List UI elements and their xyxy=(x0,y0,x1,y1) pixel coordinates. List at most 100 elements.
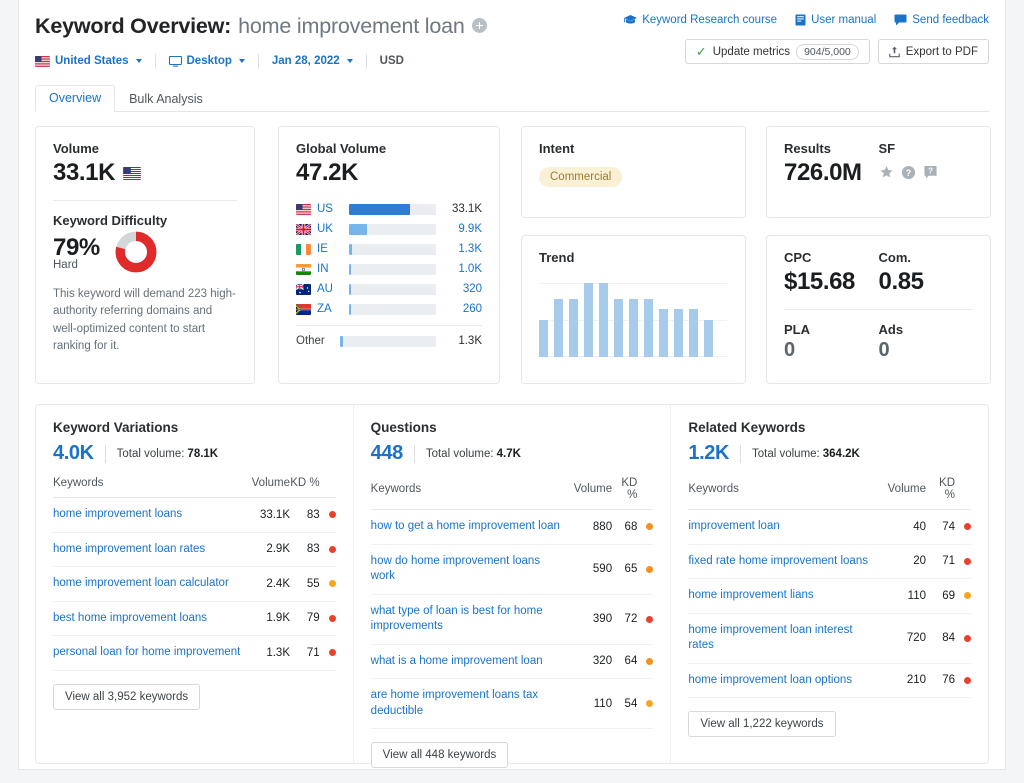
global-volume-row[interactable]: ZA 260 xyxy=(296,299,482,319)
date-selector[interactable]: Jan 28, 2022 xyxy=(259,55,366,67)
keyword-link[interactable]: home improvement loan interest rates xyxy=(688,613,888,664)
column-header-kd[interactable]: KD % xyxy=(612,477,654,510)
table-row[interactable]: home improvement loan options 210 76 xyxy=(688,663,972,699)
au-flag-icon xyxy=(296,283,311,295)
keyword-link[interactable]: home improvement loan rates xyxy=(53,532,252,568)
keyword-table: Keywords Volume KD % improvement loan 40 74 fi… xyxy=(688,477,972,699)
column-summary: 1.2K Total volume: 364.2K xyxy=(688,442,971,465)
global-volume-row[interactable]: AU 320 xyxy=(296,279,482,299)
trend-bar xyxy=(614,299,623,357)
device-selector[interactable]: Desktop xyxy=(156,55,258,67)
keyword-difficulty-label: Keyword Difficulty xyxy=(53,213,168,228)
column-total-volume-value: 364.2K xyxy=(822,447,860,460)
keyword-volume: 590 xyxy=(573,544,613,595)
intent-badge[interactable]: Commercial xyxy=(539,167,623,187)
table-row[interactable]: home improvement lians 110 69 xyxy=(688,578,972,614)
plus-circle-icon[interactable] xyxy=(471,18,487,33)
results-card: Results 726.0M SF ? ? xyxy=(766,126,991,218)
column-summary: 4.0K Total volume: 78.1K xyxy=(53,442,336,465)
table-row[interactable]: improvement loan 40 74 xyxy=(688,509,972,545)
table-row[interactable]: how to get a home improvement loan 880 68 xyxy=(370,509,654,545)
keyword-link[interactable]: what type of loan is best for home impro… xyxy=(370,594,574,645)
tab-overview[interactable]: Overview xyxy=(35,85,116,112)
keyword-link[interactable]: home improvement loans xyxy=(53,497,252,533)
keyword-link[interactable]: home improvement loan calculator xyxy=(53,566,252,602)
keyword-link[interactable]: home improvement lians xyxy=(688,578,888,614)
trend-bar xyxy=(584,283,593,357)
column-header-volume[interactable]: Volume xyxy=(251,477,290,498)
country-code: ZA xyxy=(317,303,332,315)
export-pdf-button[interactable]: Export to PDF xyxy=(877,39,989,64)
link-keyword-research-course[interactable]: Keyword Research course xyxy=(624,14,777,26)
keyword-link[interactable]: home improvement loan options xyxy=(688,663,888,699)
column-header-volume[interactable]: Volume xyxy=(573,477,613,510)
table-row[interactable]: how do home improvement loans work 590 65 xyxy=(370,544,654,595)
keyword-difficulty-row: 79% Hard xyxy=(53,230,237,274)
us-flag-icon xyxy=(35,55,50,67)
kd-dot xyxy=(964,592,972,600)
view-all-button[interactable]: View all 3,952 keywords xyxy=(53,683,201,710)
keyword-table-column: Related Keywords 1.2K Total volume: 364.2K K… xyxy=(670,405,988,763)
volume-bar-track xyxy=(349,243,436,255)
keyword-kd: 83 xyxy=(290,532,336,568)
table-row[interactable]: fixed rate home improvement loans 20 71 xyxy=(688,544,972,580)
keyword-link[interactable]: are home improvement loans tax deductibl… xyxy=(370,678,574,730)
book-icon xyxy=(795,14,806,26)
global-volume-row[interactable]: US 33.1K xyxy=(296,199,482,219)
trend-bar xyxy=(674,308,683,357)
table-row[interactable]: what is a home improvement loan 320 64 xyxy=(370,644,654,680)
svg-text:?: ? xyxy=(928,167,933,176)
table-row[interactable]: are home improvement loans tax deductibl… xyxy=(370,678,654,730)
column-header-kd[interactable]: KD % xyxy=(290,477,336,498)
divider xyxy=(784,309,973,310)
cpc-card: CPC $15.68 Com. 0.85 PLA 0 Ads 0 xyxy=(766,235,991,384)
keyword-kd: 74 xyxy=(926,509,972,545)
trend-bar xyxy=(689,308,698,357)
table-row[interactable]: personal loan for home improvement 1.3K 71 xyxy=(53,635,336,671)
question-bubble-icon[interactable]: ? xyxy=(923,165,938,180)
link-label: Send feedback xyxy=(912,14,989,26)
country-label: United States xyxy=(55,55,129,67)
keyword-link[interactable]: how to get a home improvement loan xyxy=(370,509,574,545)
global-volume-row[interactable]: IN 1.0K xyxy=(296,259,482,279)
table-row[interactable]: home improvement loan interest rates 720 8… xyxy=(688,613,972,664)
table-row[interactable]: what type of loan is best for home impro… xyxy=(370,594,654,645)
update-metrics-label: Update metrics xyxy=(712,45,791,58)
link-user-manual[interactable]: User manual xyxy=(795,14,876,26)
keyword-link[interactable]: how do home improvement loans work xyxy=(370,544,574,595)
keyword-volume: 33.1K xyxy=(251,497,290,533)
column-count: 1.2K xyxy=(688,442,729,464)
global-volume-row[interactable]: UK 9.9K xyxy=(296,219,482,239)
column-title: Related Keywords xyxy=(688,420,806,435)
kd-dot xyxy=(328,649,336,657)
column-count: 4.0K xyxy=(53,442,94,464)
question-circle-icon[interactable]: ? xyxy=(901,165,916,180)
keyword-link[interactable]: best home improvement loans xyxy=(53,601,252,637)
keyword-link[interactable]: personal loan for home improvement xyxy=(53,635,252,671)
link-send-feedback[interactable]: Send feedback xyxy=(894,14,989,26)
table-row[interactable]: best home improvement loans 1.9K 79 xyxy=(53,601,336,637)
view-all-button[interactable]: View all 1,222 keywords xyxy=(688,711,836,738)
volume-bar-fill xyxy=(349,203,410,215)
country-selector[interactable]: United States xyxy=(35,55,155,67)
table-row[interactable]: home improvement loan rates 2.9K 83 xyxy=(53,532,336,568)
country-volume: 33.1K xyxy=(451,203,482,215)
results-value: 726.0M xyxy=(784,159,862,186)
keyword-link[interactable]: improvement loan xyxy=(688,509,888,545)
keyword-link[interactable]: fixed rate home improvement loans xyxy=(688,544,888,580)
keyword-difficulty-value: 79% xyxy=(53,233,100,261)
volume-bar-fill xyxy=(349,223,368,235)
keyword-link[interactable]: what is a home improvement loan xyxy=(370,644,574,680)
star-icon[interactable] xyxy=(879,165,894,180)
ads-value: 0 xyxy=(878,339,890,361)
tab-bulk-analysis[interactable]: Bulk Analysis xyxy=(115,86,217,112)
column-header-kd[interactable]: KD % xyxy=(926,477,972,510)
table-row[interactable]: home improvement loans 33.1K 83 xyxy=(53,497,336,533)
column-title: Keyword Variations xyxy=(53,420,179,435)
view-all-button[interactable]: View all 448 keywords xyxy=(370,742,509,769)
keyword-volume: 40 xyxy=(887,509,926,545)
table-row[interactable]: home improvement loan calculator 2.4K 55 xyxy=(53,566,336,602)
update-metrics-button[interactable]: ✓ Update metrics 904/5,000 xyxy=(684,39,870,64)
global-volume-row[interactable]: IE 1.3K xyxy=(296,239,482,259)
column-header-volume[interactable]: Volume xyxy=(887,477,926,510)
